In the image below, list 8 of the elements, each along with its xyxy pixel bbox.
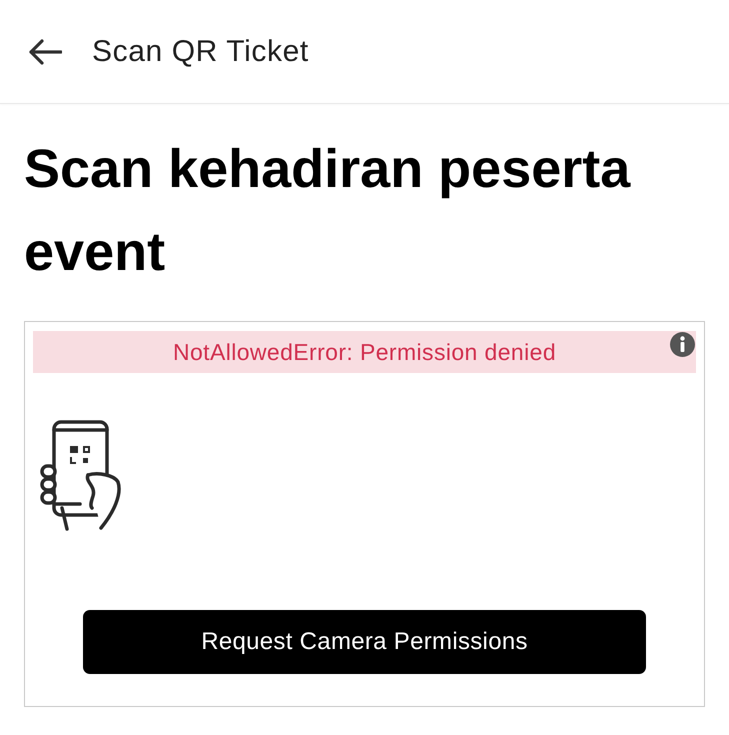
phone-in-hand-icon bbox=[40, 420, 122, 531]
error-message: NotAllowedError: Permission denied bbox=[33, 331, 696, 373]
request-camera-permissions-button[interactable]: Request Camera Permissions bbox=[83, 610, 646, 674]
back-arrow-icon bbox=[28, 38, 62, 64]
page-title: Scan QR Ticket bbox=[92, 34, 309, 70]
back-button[interactable] bbox=[28, 38, 62, 64]
page-heading: Scan kehadiran peserta event bbox=[24, 138, 632, 284]
info-icon[interactable] bbox=[670, 332, 695, 357]
